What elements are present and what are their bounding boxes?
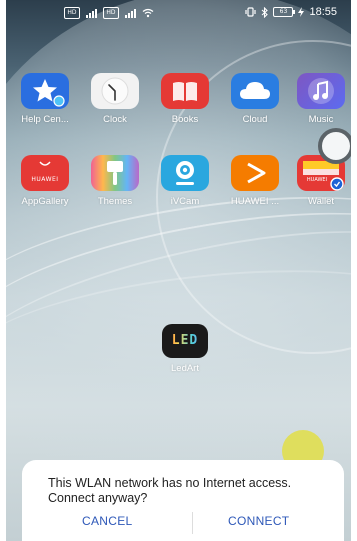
phone-home-screen: HD HD 63 18:55 Help Cen... Clock Books C…	[6, 0, 351, 541]
play-icon	[231, 155, 279, 191]
app-themes[interactable]: Themes	[80, 155, 150, 207]
huawei-wordmark: HUAWEI	[31, 176, 59, 183]
huawei-bag-icon: HUAWEI	[21, 155, 69, 191]
sim2-badge: HD	[103, 7, 119, 19]
app-label: Books	[171, 114, 199, 125]
app-help-center[interactable]: Help Cen...	[10, 73, 80, 125]
wifi-icon	[142, 8, 154, 18]
signal-icon	[86, 8, 97, 18]
clock-time: 18:55	[309, 6, 337, 18]
app-cloud[interactable]: Cloud	[220, 73, 290, 125]
clock-icon	[91, 73, 139, 109]
app-books[interactable]: Books	[150, 73, 220, 125]
app-label: Cloud	[242, 114, 268, 125]
star-icon	[21, 73, 69, 109]
led-wordmark: LED	[162, 333, 208, 348]
app-label: Wallet	[307, 196, 335, 207]
app-clock[interactable]: Clock	[80, 73, 150, 125]
app-appgallery[interactable]: HUAWEI AppGallery	[10, 155, 80, 207]
status-right: 63 18:55	[245, 6, 337, 18]
huawei-wordmark: HUAWEI	[306, 177, 328, 183]
app-ivcam[interactable]: iVCam	[150, 155, 220, 207]
bluetooth-icon	[262, 6, 269, 18]
wlan-dialog: This WLAN network has no Internet access…	[22, 460, 344, 541]
vibrate-icon	[245, 7, 257, 17]
app-ledart[interactable]: LED LedArt	[150, 324, 220, 374]
signal-icon	[125, 8, 136, 18]
status-left: HD HD	[64, 7, 154, 19]
app-label: Clock	[103, 114, 127, 125]
status-bar: HD HD 63 18:55	[6, 0, 351, 26]
app-label: iVCam	[170, 196, 200, 207]
app-label: AppGallery	[21, 196, 69, 207]
book-icon	[161, 73, 209, 109]
app-label: LedArt	[171, 363, 199, 374]
app-label: Themes	[97, 196, 133, 207]
webcam-icon	[161, 155, 209, 191]
app-label: Music	[308, 114, 334, 125]
connect-button[interactable]: CONNECT	[228, 514, 289, 534]
charging-icon	[298, 7, 305, 17]
video-frame: HD HD 63 18:55 Help Cen... Clock Books C…	[0, 0, 357, 541]
app-label: HUAWEI ...	[230, 196, 280, 207]
cancel-button[interactable]: CANCEL	[82, 514, 132, 534]
music-note-icon	[297, 73, 345, 109]
sim1-badge: HD	[64, 7, 80, 19]
battery-level: 63	[279, 8, 288, 15]
floating-navigation-ball[interactable]	[318, 128, 351, 164]
cloud-icon	[231, 73, 279, 109]
dialog-message: This WLAN network has no Internet access…	[48, 476, 292, 505]
battery-icon: 63	[273, 7, 296, 17]
app-huawei-video[interactable]: HUAWEI ...	[220, 155, 290, 207]
app-music[interactable]: Music	[286, 73, 351, 125]
paintbrush-icon	[91, 155, 139, 191]
app-label: Help Cen...	[21, 114, 69, 125]
led-icon: LED	[162, 324, 208, 358]
button-divider	[192, 512, 193, 534]
